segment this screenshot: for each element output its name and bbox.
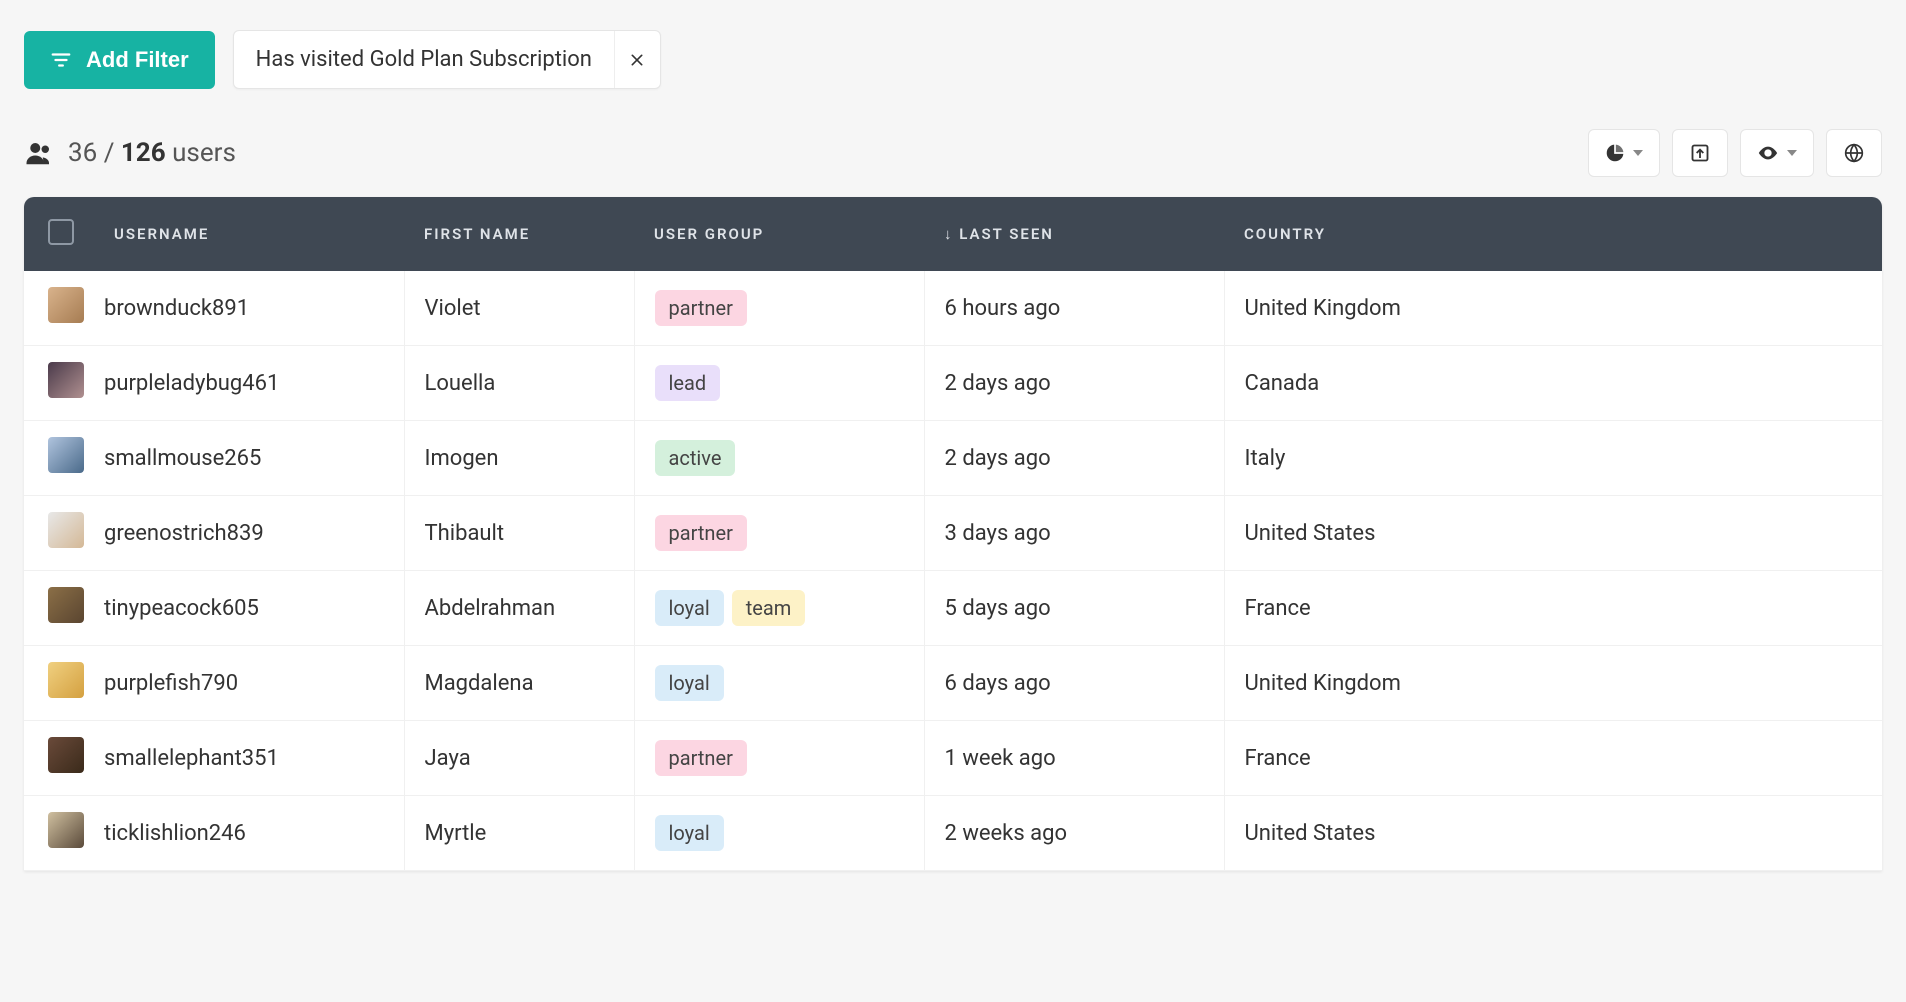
cell-first-name: Imogen	[404, 421, 634, 496]
cell-user-group: partner	[634, 721, 924, 796]
table-row[interactable]: purpleladybug461Louella lead 2 days agoCan…	[24, 346, 1882, 421]
table-row[interactable]: greenostrich839Thibault partner 3 days ago…	[24, 496, 1882, 571]
globe-icon	[1844, 143, 1864, 163]
export-button[interactable]	[1672, 129, 1728, 177]
users-count: 36 / 126 users	[24, 138, 236, 168]
group-tag: partner	[655, 290, 747, 326]
column-country[interactable]: COUNTRY	[1224, 197, 1882, 271]
users-table: USERNAME FIRST NAME USER GROUP ↓ LAST SE…	[24, 197, 1882, 871]
chevron-down-icon	[1787, 150, 1797, 156]
group-tag: active	[655, 440, 736, 476]
filter-bar: Add Filter Has visited Gold Plan Subscri…	[24, 30, 1882, 89]
cell-last-seen: 2 days ago	[924, 346, 1224, 421]
avatar	[48, 512, 84, 548]
people-icon	[24, 138, 54, 168]
cell-country: United Kingdom	[1224, 646, 1882, 721]
cell-first-name: Louella	[404, 346, 634, 421]
column-user-group[interactable]: USER GROUP	[634, 197, 924, 271]
cell-first-name: Myrtle	[404, 796, 634, 871]
close-icon	[629, 52, 645, 68]
table-header: USERNAME FIRST NAME USER GROUP ↓ LAST SE…	[24, 197, 1882, 271]
cell-country: United States	[1224, 796, 1882, 871]
column-last-seen[interactable]: ↓ LAST SEEN	[924, 197, 1224, 271]
avatar	[48, 737, 84, 773]
cell-last-seen: 1 week ago	[924, 721, 1224, 796]
add-filter-button[interactable]: Add Filter	[24, 31, 215, 89]
cell-country: France	[1224, 571, 1882, 646]
cell-user-group: active	[634, 421, 924, 496]
sort-desc-icon: ↓	[944, 225, 959, 243]
chevron-down-icon	[1633, 150, 1643, 156]
group-tag: loyal	[655, 815, 724, 851]
group-tag: lead	[655, 365, 721, 401]
cell-last-seen: 2 days ago	[924, 421, 1224, 496]
table-row[interactable]: ticklishlion246Myrtle loyal 2 weeks agoUni…	[24, 796, 1882, 871]
group-tag: team	[732, 590, 806, 626]
cell-username: ticklishlion246	[94, 796, 404, 871]
cell-username: purpleladybug461	[94, 346, 404, 421]
eye-icon	[1757, 142, 1779, 164]
filter-chip-remove-button[interactable]	[614, 31, 660, 88]
total-count: 126	[121, 138, 166, 168]
table-row[interactable]: brownduck891Violet partner 6 hours agoUnit…	[24, 271, 1882, 346]
table-row[interactable]: tinypeacock605Abdelrahmanloyalteam5 days…	[24, 571, 1882, 646]
filter-chip[interactable]: Has visited Gold Plan Subscription	[233, 30, 661, 89]
avatar	[48, 812, 84, 848]
sub-bar: 36 / 126 users	[24, 129, 1882, 177]
cell-first-name: Magdalena	[404, 646, 634, 721]
cell-first-name: Abdelrahman	[404, 571, 634, 646]
cell-last-seen: 3 days ago	[924, 496, 1224, 571]
column-username[interactable]: USERNAME	[94, 197, 404, 271]
cell-country: Italy	[1224, 421, 1882, 496]
cell-user-group: partner	[634, 271, 924, 346]
cell-country: United Kingdom	[1224, 271, 1882, 346]
cell-user-group: partner	[634, 496, 924, 571]
export-icon	[1690, 143, 1710, 163]
cell-first-name: Violet	[404, 271, 634, 346]
filter-icon	[50, 49, 72, 71]
cell-username: smallmouse265	[94, 421, 404, 496]
group-tag: loyal	[655, 590, 724, 626]
avatar	[48, 287, 84, 323]
filter-chip-label: Has visited Gold Plan Subscription	[234, 31, 614, 88]
filtered-count: 36	[68, 138, 97, 168]
add-filter-label: Add Filter	[86, 47, 189, 73]
visibility-button[interactable]	[1740, 129, 1814, 177]
cell-country: United States	[1224, 496, 1882, 571]
select-all-checkbox[interactable]	[48, 219, 74, 245]
cell-username: brownduck891	[94, 271, 404, 346]
avatar	[48, 587, 84, 623]
chart-button[interactable]	[1588, 129, 1660, 177]
cell-username: smallelephant351	[94, 721, 404, 796]
globe-button[interactable]	[1826, 129, 1882, 177]
cell-username: purplefish790	[94, 646, 404, 721]
cell-user-group: lead	[634, 346, 924, 421]
pie-chart-icon	[1605, 143, 1625, 163]
group-tag: loyal	[655, 665, 724, 701]
cell-last-seen: 2 weeks ago	[924, 796, 1224, 871]
avatar	[48, 437, 84, 473]
table-row[interactable]: purplefish790Magdalena loyal 6 days agoUni…	[24, 646, 1882, 721]
toolbar	[1588, 129, 1882, 177]
group-tag: partner	[655, 740, 747, 776]
table-row[interactable]: smallmouse265Imogen active 2 days agoItaly	[24, 421, 1882, 496]
cell-last-seen: 5 days ago	[924, 571, 1224, 646]
cell-user-group: loyal	[634, 646, 924, 721]
cell-user-group: loyalteam	[634, 571, 924, 646]
cell-username: greenostrich839	[94, 496, 404, 571]
column-first-name[interactable]: FIRST NAME	[404, 197, 634, 271]
cell-username: tinypeacock605	[94, 571, 404, 646]
cell-country: Canada	[1224, 346, 1882, 421]
cell-last-seen: 6 days ago	[924, 646, 1224, 721]
cell-user-group: loyal	[634, 796, 924, 871]
cell-first-name: Jaya	[404, 721, 634, 796]
count-suffix: users	[172, 138, 236, 168]
avatar	[48, 662, 84, 698]
table-row[interactable]: smallelephant351Jaya partner 1 week agoFra…	[24, 721, 1882, 796]
cell-country: France	[1224, 721, 1882, 796]
cell-first-name: Thibault	[404, 496, 634, 571]
avatar	[48, 362, 84, 398]
cell-last-seen: 6 hours ago	[924, 271, 1224, 346]
group-tag: partner	[655, 515, 747, 551]
